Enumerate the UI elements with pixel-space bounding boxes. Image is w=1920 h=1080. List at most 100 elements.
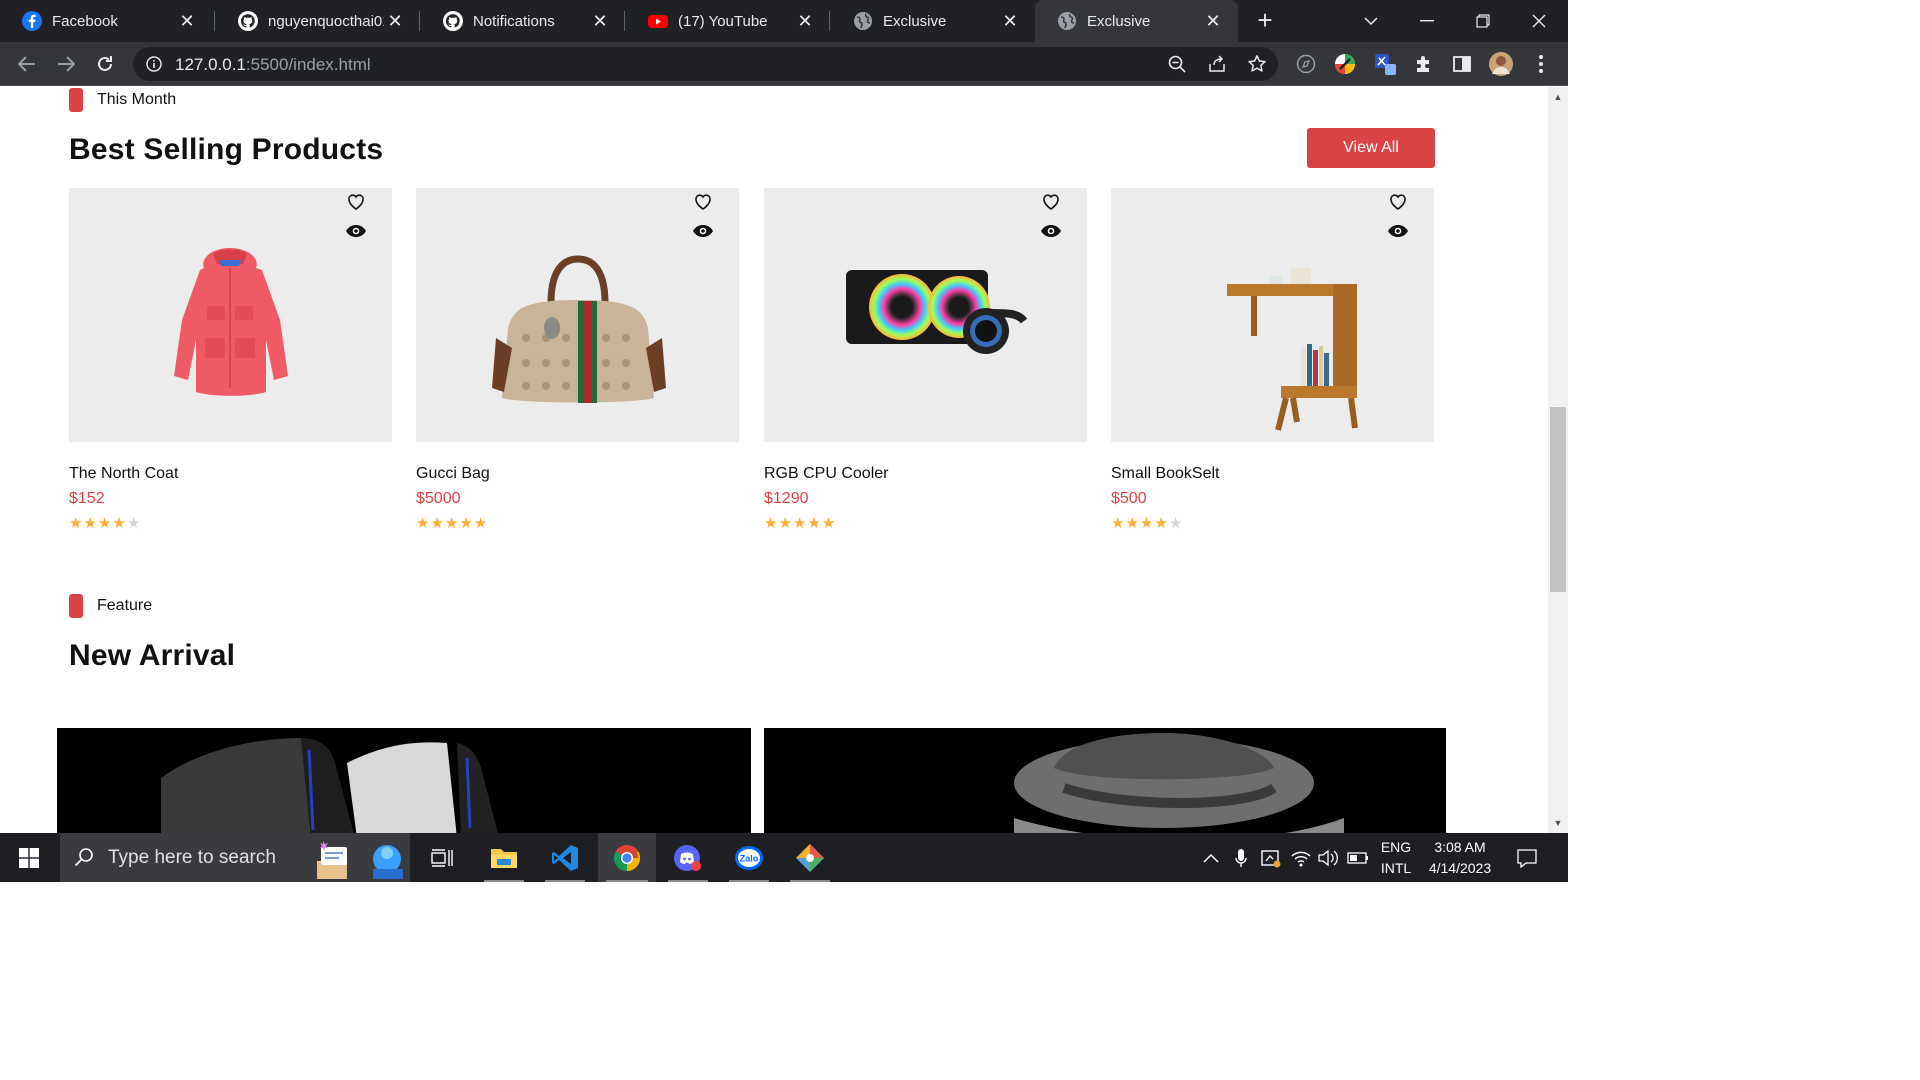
zalo-icon[interactable]: Zalo	[721, 833, 777, 882]
tab-search-icon[interactable]	[1357, 8, 1385, 34]
extension-translate-icon[interactable]	[1372, 51, 1398, 77]
product-name[interactable]: RGB CPU Cooler	[764, 465, 888, 483]
star-filled-icon: ★	[83, 515, 97, 532]
eye-icon[interactable]	[345, 223, 367, 239]
app-running-indicator	[545, 880, 585, 882]
taskbar-search-input[interactable]: Type here to search	[60, 833, 410, 882]
extensions-puzzle-icon[interactable]	[1411, 51, 1437, 77]
github-icon	[443, 11, 463, 31]
tab-youtube[interactable]: (17) YouTube ✕	[626, 0, 830, 42]
coat-image	[174, 248, 288, 396]
heart-icon[interactable]	[1388, 192, 1408, 212]
extension-color-icon[interactable]	[1332, 51, 1358, 77]
section-tag-bar	[69, 594, 83, 618]
back-arrow-icon[interactable]	[14, 51, 40, 77]
clock[interactable]: 3:08 AM 4/14/2023	[1420, 839, 1500, 876]
star-filled-icon: ★	[69, 515, 83, 532]
close-icon[interactable]: ✕	[384, 10, 406, 32]
eye-icon[interactable]	[1387, 223, 1409, 239]
battery-icon[interactable]	[1345, 833, 1371, 882]
browser-toolbar: 127.0.0.1:5500/index.html	[0, 42, 1568, 86]
window-close-icon[interactable]	[1525, 8, 1553, 34]
search-placeholder: Type here to search	[108, 846, 276, 868]
language-indicator[interactable]: ENG INTL	[1376, 839, 1416, 876]
reload-icon[interactable]	[92, 51, 118, 77]
volume-icon[interactable]	[1316, 833, 1342, 882]
tray-overflow-chevron-icon[interactable]	[1198, 833, 1224, 882]
clock-date: 4/14/2023	[1428, 860, 1492, 876]
close-icon[interactable]: ✕	[794, 10, 816, 32]
tab-notifications[interactable]: Notifications ✕	[421, 0, 625, 42]
tab-exclusive[interactable]: Exclusive ✕	[831, 0, 1035, 42]
close-icon[interactable]: ✕	[1202, 10, 1224, 32]
product-name[interactable]: The North Coat	[69, 465, 178, 483]
product-card[interactable]: The North Coat $152 ★ ★ ★ ★ ★	[69, 188, 392, 532]
tab-github-profile[interactable]: nguyenquocthai01( ✕	[216, 0, 420, 42]
best-selling-title: Best Selling Products	[69, 133, 384, 166]
heart-icon[interactable]	[693, 192, 713, 212]
windows-start-icon[interactable]	[0, 833, 58, 882]
vscode-icon[interactable]	[537, 833, 593, 882]
product-price: $152	[69, 490, 105, 507]
scroll-down-icon[interactable]: ▼	[1552, 817, 1564, 829]
womens-collection-banner[interactable]	[764, 728, 1446, 833]
section-tag-bar	[69, 88, 83, 112]
product-price: $5000	[416, 490, 461, 507]
restore-icon[interactable]	[1469, 8, 1497, 34]
file-explorer-icon[interactable]	[476, 833, 532, 882]
tab-title: Exclusive	[883, 12, 947, 30]
product-card[interactable]: RGB CPU Cooler $1290 ★ ★ ★ ★ ★	[764, 188, 1087, 532]
close-icon[interactable]: ✕	[176, 10, 198, 32]
scroll-up-icon[interactable]: ▲	[1552, 91, 1564, 103]
new-tab-button[interactable]: +	[1251, 7, 1279, 34]
product-rating: ★ ★ ★ ★ ★	[416, 516, 487, 532]
info-icon[interactable]	[146, 56, 162, 72]
close-icon[interactable]: ✕	[589, 10, 611, 32]
tab-title: Facebook	[52, 12, 118, 30]
bookmark-star-icon[interactable]	[1247, 54, 1267, 74]
product-card[interactable]: Small BookSelt $500 ★ ★ ★ ★ ★	[1111, 188, 1434, 532]
star-filled-icon: ★	[764, 515, 778, 532]
playstation-banner[interactable]	[57, 728, 751, 833]
eye-icon[interactable]	[692, 223, 714, 239]
scroll-thumb[interactable]	[1550, 407, 1566, 592]
chrome-icon[interactable]	[598, 833, 656, 882]
product-image-box	[416, 188, 739, 442]
tab-exclusive-active[interactable]: Exclusive ✕	[1035, 0, 1238, 42]
discord-icon[interactable]	[660, 833, 716, 882]
product-name[interactable]: Gucci Bag	[416, 465, 490, 483]
task-view-icon[interactable]	[420, 833, 464, 882]
star-filled-icon: ★	[97, 515, 112, 532]
view-all-button[interactable]: View All	[1307, 128, 1435, 168]
git-client-icon[interactable]	[782, 833, 838, 882]
share-icon[interactable]	[1208, 55, 1226, 73]
side-panel-icon[interactable]	[1449, 51, 1475, 77]
wifi-icon[interactable]	[1288, 833, 1314, 882]
product-card[interactable]: Gucci Bag $5000 ★ ★ ★ ★ ★	[416, 188, 739, 532]
globe-icon	[1058, 12, 1076, 30]
microphone-icon[interactable]	[1228, 833, 1254, 882]
page-scrollbar[interactable]: ▲ ▼	[1548, 87, 1568, 833]
heart-icon[interactable]	[1041, 192, 1061, 212]
address-bar[interactable]: 127.0.0.1:5500/index.html	[133, 47, 1278, 81]
eye-icon[interactable]	[1040, 223, 1062, 239]
language-code: ENG	[1380, 839, 1412, 855]
product-rating: ★ ★ ★ ★ ★	[1111, 516, 1182, 532]
app-running-indicator	[790, 880, 830, 882]
extension-compass-icon[interactable]	[1293, 51, 1319, 77]
security-tray-icon[interactable]	[1258, 833, 1284, 882]
notification-center-icon[interactable]	[1510, 833, 1544, 882]
product-name[interactable]: Small BookSelt	[1111, 465, 1220, 483]
keyboard-layout: INTL	[1380, 860, 1412, 876]
minimize-icon[interactable]	[1413, 8, 1441, 34]
heart-icon[interactable]	[346, 192, 366, 212]
profile-avatar[interactable]	[1488, 51, 1514, 77]
forward-arrow-icon[interactable]	[53, 51, 79, 77]
menu-kebab-icon[interactable]	[1528, 51, 1554, 77]
zoom-icon[interactable]	[1168, 55, 1186, 73]
tab-facebook[interactable]: Facebook ✕	[0, 0, 212, 42]
star-empty-icon: ★	[1168, 515, 1183, 532]
star-filled-icon: ★	[1154, 515, 1168, 532]
close-icon[interactable]: ✕	[999, 10, 1021, 32]
tab-title: (17) YouTube	[678, 12, 768, 30]
